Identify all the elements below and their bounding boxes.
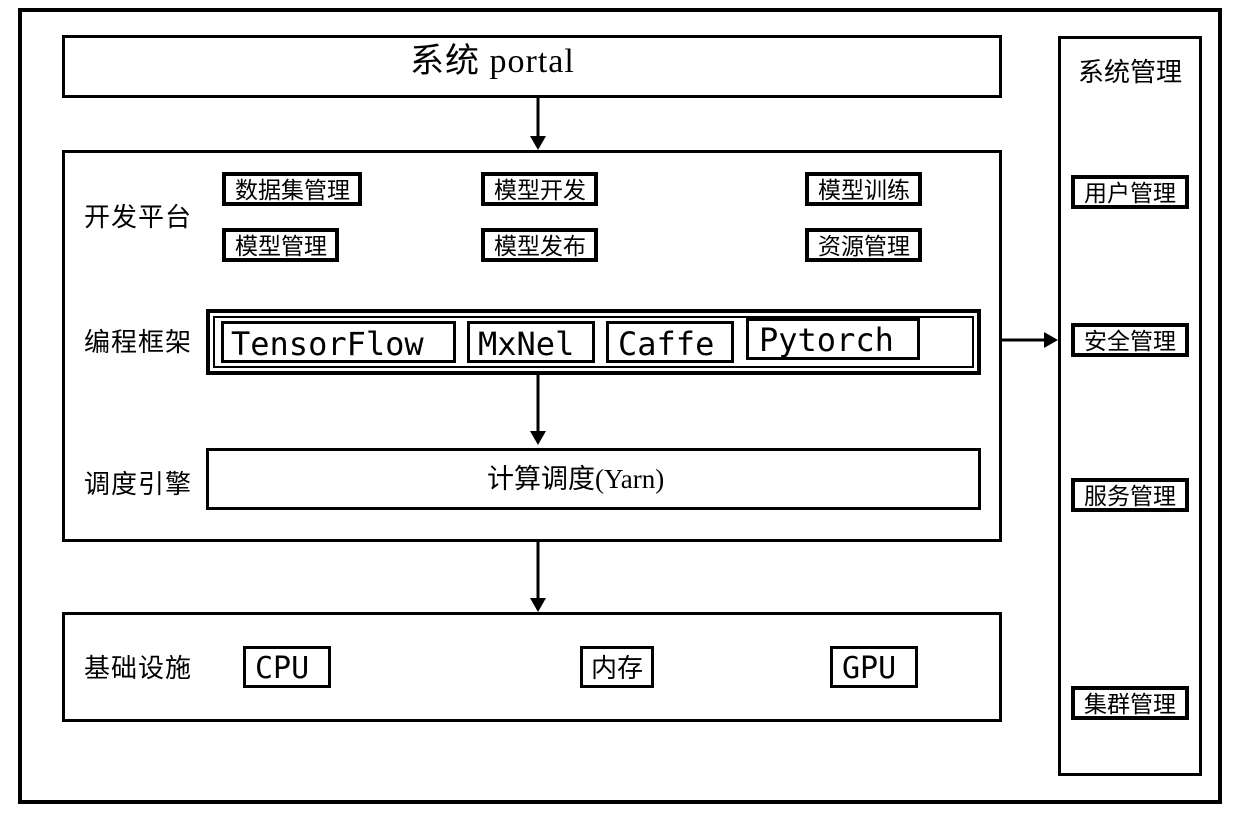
arrow-platform-to-mgmt: [1002, 330, 1058, 350]
diagram-outer-frame: 系统 portal 开发平台 数据集管理 模型开发 模型训练 模型管理 模型发布…: [18, 8, 1222, 804]
cluster-mgmt-label: 集群管理: [1084, 693, 1176, 716]
resource-mgmt-label: 资源管理: [818, 235, 910, 258]
arrow-platform-to-infra: [528, 542, 548, 612]
model-train-label: 模型训练: [818, 179, 910, 202]
infra-label: 基础设施: [84, 656, 192, 682]
service-mgmt-label: 服务管理: [1084, 485, 1176, 508]
mgmt-container: [1058, 36, 1202, 776]
caffe-label: Caffe: [618, 328, 714, 360]
mxnel-label: MxNel: [478, 328, 574, 360]
mem-label: 内存: [591, 656, 643, 682]
model-dev-label: 模型开发: [494, 179, 586, 202]
arrow-frameworks-to-yarn: [528, 375, 548, 445]
arrow-portal-to-platform: [528, 98, 548, 150]
yarn-label: 计算调度(Yarn): [487, 466, 664, 493]
user-mgmt-label: 用户管理: [1084, 182, 1176, 205]
pytorch-label: Pytorch: [759, 324, 894, 356]
system-portal-label: 系统 portal: [410, 45, 575, 79]
mgmt-title: 系统管理: [1078, 60, 1182, 86]
frameworks-label: 编程框架: [84, 330, 192, 356]
model-publish-label: 模型发布: [494, 235, 586, 258]
tensorflow-label: TensorFlow: [231, 328, 424, 360]
cpu-label: CPU: [255, 654, 309, 684]
security-mgmt-label: 安全管理: [1084, 330, 1176, 353]
gpu-label: GPU: [842, 654, 896, 684]
scheduler-label: 调度引擎: [84, 472, 192, 498]
model-mgmt-label: 模型管理: [235, 235, 327, 258]
data-set-mgmt-label: 数据集管理: [235, 179, 350, 202]
dev-platform-label: 开发平台: [84, 205, 192, 231]
